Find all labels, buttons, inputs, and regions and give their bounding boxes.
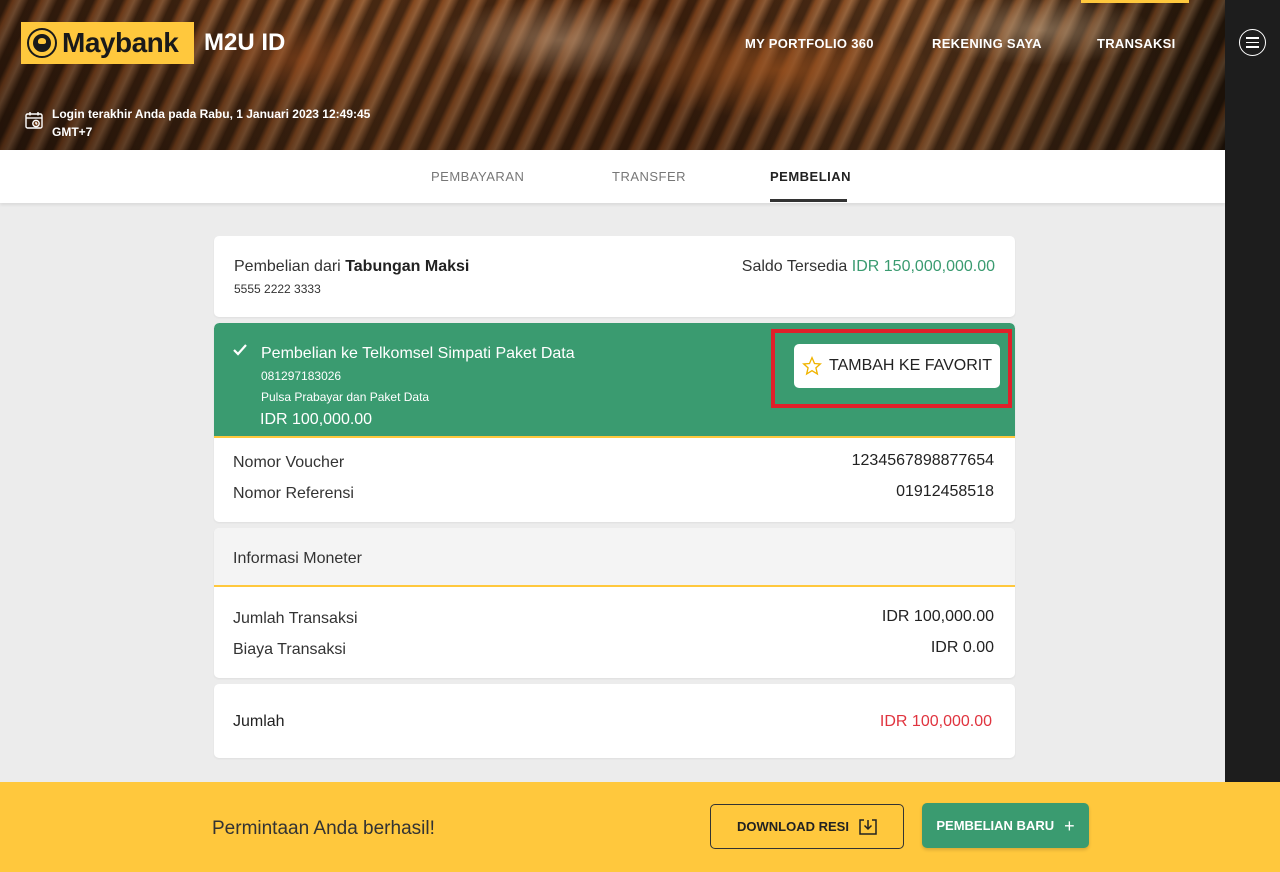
plus-icon: +: [1064, 815, 1075, 836]
star-icon: [802, 356, 822, 376]
nav-my-portfolio[interactable]: MY PORTFOLIO 360: [745, 36, 874, 51]
purchase-title: Pembelian ke Telkomsel Simpati Paket Dat…: [261, 345, 575, 362]
logo-text: Maybank: [62, 27, 179, 58]
purchase-detail-card: Pembelian ke Telkomsel Simpati Paket Dat…: [214, 323, 1015, 522]
favorite-label: TAMBAH KE FAVORIT: [829, 357, 992, 374]
total-label: Jumlah: [233, 713, 285, 730]
total-card: Jumlah IDR 100,000.00: [214, 684, 1015, 758]
transaction-amount-value: IDR 100,000.00: [881, 608, 994, 625]
reference-row: Nomor Referensi 01912458518: [233, 483, 994, 502]
active-nav-indicator: [1081, 0, 1189, 3]
add-to-favorite-button[interactable]: TAMBAH KE FAVORIT: [794, 344, 1000, 388]
side-panel: [1225, 0, 1280, 782]
download-label: DOWNLOAD RESI: [737, 819, 849, 834]
reference-label: Nomor Referensi: [233, 485, 354, 502]
source-account-name: Tabungan Maksi: [345, 258, 470, 275]
voucher-value: 1234567898877654: [851, 452, 994, 469]
calendar-clock-icon: [25, 112, 43, 129]
transaction-amount-row: Jumlah Transaksi IDR 100,000.00: [233, 608, 994, 627]
transaction-amount-label: Jumlah Transaksi: [233, 610, 358, 627]
check-icon: [233, 344, 247, 356]
active-tab-indicator: [770, 199, 847, 202]
new-purchase-label: PEMBELIAN BARU: [936, 818, 1055, 833]
source-title: Pembelian dari Tabungan Maksi: [234, 258, 469, 276]
tab-transfer[interactable]: TRANSFER: [612, 169, 686, 184]
source-label: Pembelian dari: [234, 258, 341, 275]
voucher-label: Nomor Voucher: [233, 454, 345, 471]
last-login-text: Login terakhir Anda pada Rabu, 1 Januari…: [52, 107, 371, 139]
tab-pembelian[interactable]: PEMBELIAN: [770, 169, 851, 184]
monetary-info-card: Informasi Moneter Jumlah Transaksi IDR 1…: [214, 528, 1015, 678]
brand[interactable]: Maybank M2U ID: [21, 22, 285, 64]
purchase-phone-number: 081297183026: [261, 369, 342, 383]
reference-value: 01912458518: [896, 483, 994, 500]
total-value: IDR 100,000.00: [879, 713, 992, 730]
purchase-category: Pulsa Prabayar dan Paket Data: [261, 390, 430, 404]
tiger-logo-icon: [27, 28, 57, 58]
monetary-header: Informasi Moneter: [214, 528, 1015, 587]
balance-label: Saldo Tersedia: [741, 258, 848, 275]
hamburger-menu-icon[interactable]: [1239, 29, 1266, 56]
voucher-row: Nomor Voucher 1234567898877654: [233, 452, 994, 471]
purchase-amount: IDR 100,000.00: [260, 411, 373, 428]
maybank-logo[interactable]: Maybank: [21, 22, 194, 64]
download-receipt-button[interactable]: DOWNLOAD RESI: [710, 804, 904, 849]
balance-amount: IDR 150,000,000.00: [851, 258, 995, 275]
transaction-fee-label: Biaya Transaksi: [233, 641, 346, 658]
new-purchase-button[interactable]: PEMBELIAN BARU +: [922, 803, 1089, 848]
source-account-card: Pembelian dari Tabungan Maksi 5555 2222 …: [214, 236, 1015, 317]
monetary-heading: Informasi Moneter: [233, 550, 362, 567]
tab-pembayaran[interactable]: PEMBAYARAN: [431, 169, 524, 184]
success-message: Permintaan Anda berhasil!: [212, 818, 435, 839]
transaction-fee-row: Biaya Transaksi IDR 0.00: [233, 639, 994, 658]
nav-transaksi[interactable]: TRANSAKSI: [1097, 36, 1176, 51]
purchase-success-banner: Pembelian ke Telkomsel Simpati Paket Dat…: [214, 323, 1015, 438]
nav-rekening-saya[interactable]: REKENING SAYA: [932, 36, 1042, 51]
result-footer: Permintaan Anda berhasil! DOWNLOAD RESI …: [0, 782, 1280, 872]
transaction-tabs: PEMBAYARAN TRANSFER PEMBELIAN: [0, 150, 1225, 203]
app-title: M2U ID: [204, 29, 286, 56]
source-account-number: 5555 2222 3333: [234, 282, 321, 296]
download-icon: [859, 818, 877, 835]
transaction-fee-value: IDR 0.00: [930, 639, 994, 656]
available-balance: Saldo Tersedia IDR 150,000,000.00: [742, 258, 995, 276]
last-login-info: Login terakhir Anda pada Rabu, 1 Januari…: [25, 105, 372, 141]
